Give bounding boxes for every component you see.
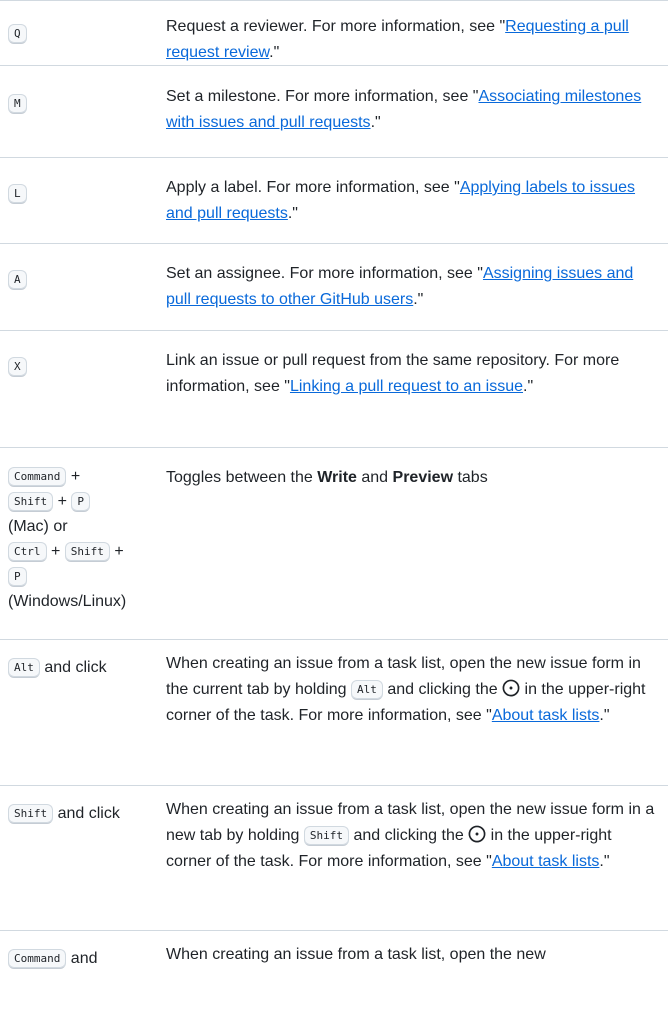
table-row: L Apply a label. For more information, s… (0, 157, 668, 243)
description-text: When creating an issue from a task list,… (166, 946, 546, 963)
table-row: M Set a milestone. For more information,… (0, 65, 668, 157)
kbd-key: M (8, 93, 27, 114)
table-row: Command and When creating an issue from … (0, 930, 668, 990)
description-text: ." (269, 44, 280, 61)
description-cell: Set an assignee. For more information, s… (166, 244, 668, 330)
key-combo-win-line2: P (8, 564, 166, 589)
kbd-key: L (8, 183, 27, 204)
description-text: Set a milestone. For more information, s… (166, 88, 479, 105)
description-text: ." (370, 114, 381, 131)
description-cell: When creating an issue from a task list,… (166, 640, 668, 785)
key-suffix: and (66, 950, 98, 967)
plus-sign: + (57, 493, 67, 510)
key-cell: Command + Shift + P (Mac) or Ctrl + Shif… (0, 448, 166, 639)
table-row: Command + Shift + P (Mac) or Ctrl + Shif… (0, 447, 668, 639)
table-row: X Link an issue or pull request from the… (0, 330, 668, 447)
description-text: and clicking the (382, 681, 503, 698)
description-text: Request a reviewer. For more information… (166, 18, 506, 35)
kbd-key: Command (8, 466, 67, 487)
plus-sign: + (114, 543, 124, 560)
kbd-key: Shift (303, 825, 349, 846)
kbd-key: Shift (64, 541, 110, 562)
plus-sign: + (50, 543, 61, 560)
issue-opened-icon (468, 825, 486, 843)
key-cell: Shift and click (0, 786, 166, 930)
description-text: and clicking the (349, 827, 469, 844)
issue-opened-icon (502, 679, 520, 697)
description-cell: When creating an issue from a task list,… (166, 931, 668, 990)
key-combo-win-line1: Ctrl + Shift + (8, 539, 166, 564)
table-row: A Set an assignee. For more information,… (0, 243, 668, 330)
description-cell: Request a reviewer. For more information… (166, 1, 668, 65)
preview-tab-label: Preview (392, 469, 454, 486)
mac-label: (Mac) or (8, 518, 68, 535)
description-text: and (356, 469, 393, 486)
plus-sign: + (70, 468, 81, 485)
table-row: Alt and click When creating an issue fro… (0, 639, 668, 785)
kbd-key: A (8, 269, 27, 290)
doc-link[interactable]: Linking a pull request to an issue (290, 378, 523, 395)
key-cell: L (0, 158, 166, 243)
kbd-key: Shift (8, 491, 54, 512)
key-cell: X (0, 331, 166, 447)
doc-link[interactable]: About task lists (492, 853, 600, 870)
write-tab-label: Write (317, 469, 357, 486)
kbd-key: Ctrl (8, 541, 47, 562)
key-cell: Command and (0, 931, 166, 990)
description-cell: Toggles between the Write and Preview ta… (166, 448, 668, 639)
key-suffix: and click (39, 659, 107, 676)
key-combo-mac-line1: Command + (8, 464, 166, 489)
description-cell: Apply a label. For more information, see… (166, 158, 668, 243)
kbd-key: P (8, 566, 27, 587)
table-row: Shift and click When creating an issue f… (0, 785, 668, 930)
description-text: Set an assignee. For more information, s… (166, 265, 483, 282)
description-cell: Set a milestone. For more information, s… (166, 66, 668, 157)
description-text: Toggles between the (166, 469, 318, 486)
description-text: ." (599, 707, 610, 724)
key-cell: A (0, 244, 166, 330)
description-text: ." (287, 205, 298, 222)
kbd-key: Alt (8, 657, 40, 678)
description-cell: Link an issue or pull request from the s… (166, 331, 668, 447)
kbd-key: X (8, 356, 27, 377)
doc-link[interactable]: About task lists (492, 707, 600, 724)
shortcuts-table: Q Request a reviewer. For more informati… (0, 0, 668, 990)
windows-label: (Windows/Linux) (8, 593, 127, 610)
description-text: Apply a label. For more information, see… (166, 179, 460, 196)
kbd-key: P (71, 491, 90, 512)
key-cell: Q (0, 1, 166, 65)
kbd-key: Shift (8, 803, 54, 824)
kbd-key: Q (8, 23, 27, 44)
description-text: tabs (453, 469, 488, 486)
description-text: ." (523, 378, 534, 395)
key-combo-mac-line2: Shift + P (8, 489, 166, 514)
kbd-key: Command (8, 948, 67, 969)
description-text: ." (413, 291, 424, 308)
table-row: Q Request a reviewer. For more informati… (0, 0, 668, 65)
description-text: ." (599, 853, 610, 870)
key-cell: M (0, 66, 166, 157)
description-cell: When creating an issue from a task list,… (166, 786, 668, 930)
key-suffix: and click (53, 805, 120, 822)
kbd-key: Alt (351, 679, 383, 700)
key-cell: Alt and click (0, 640, 166, 785)
